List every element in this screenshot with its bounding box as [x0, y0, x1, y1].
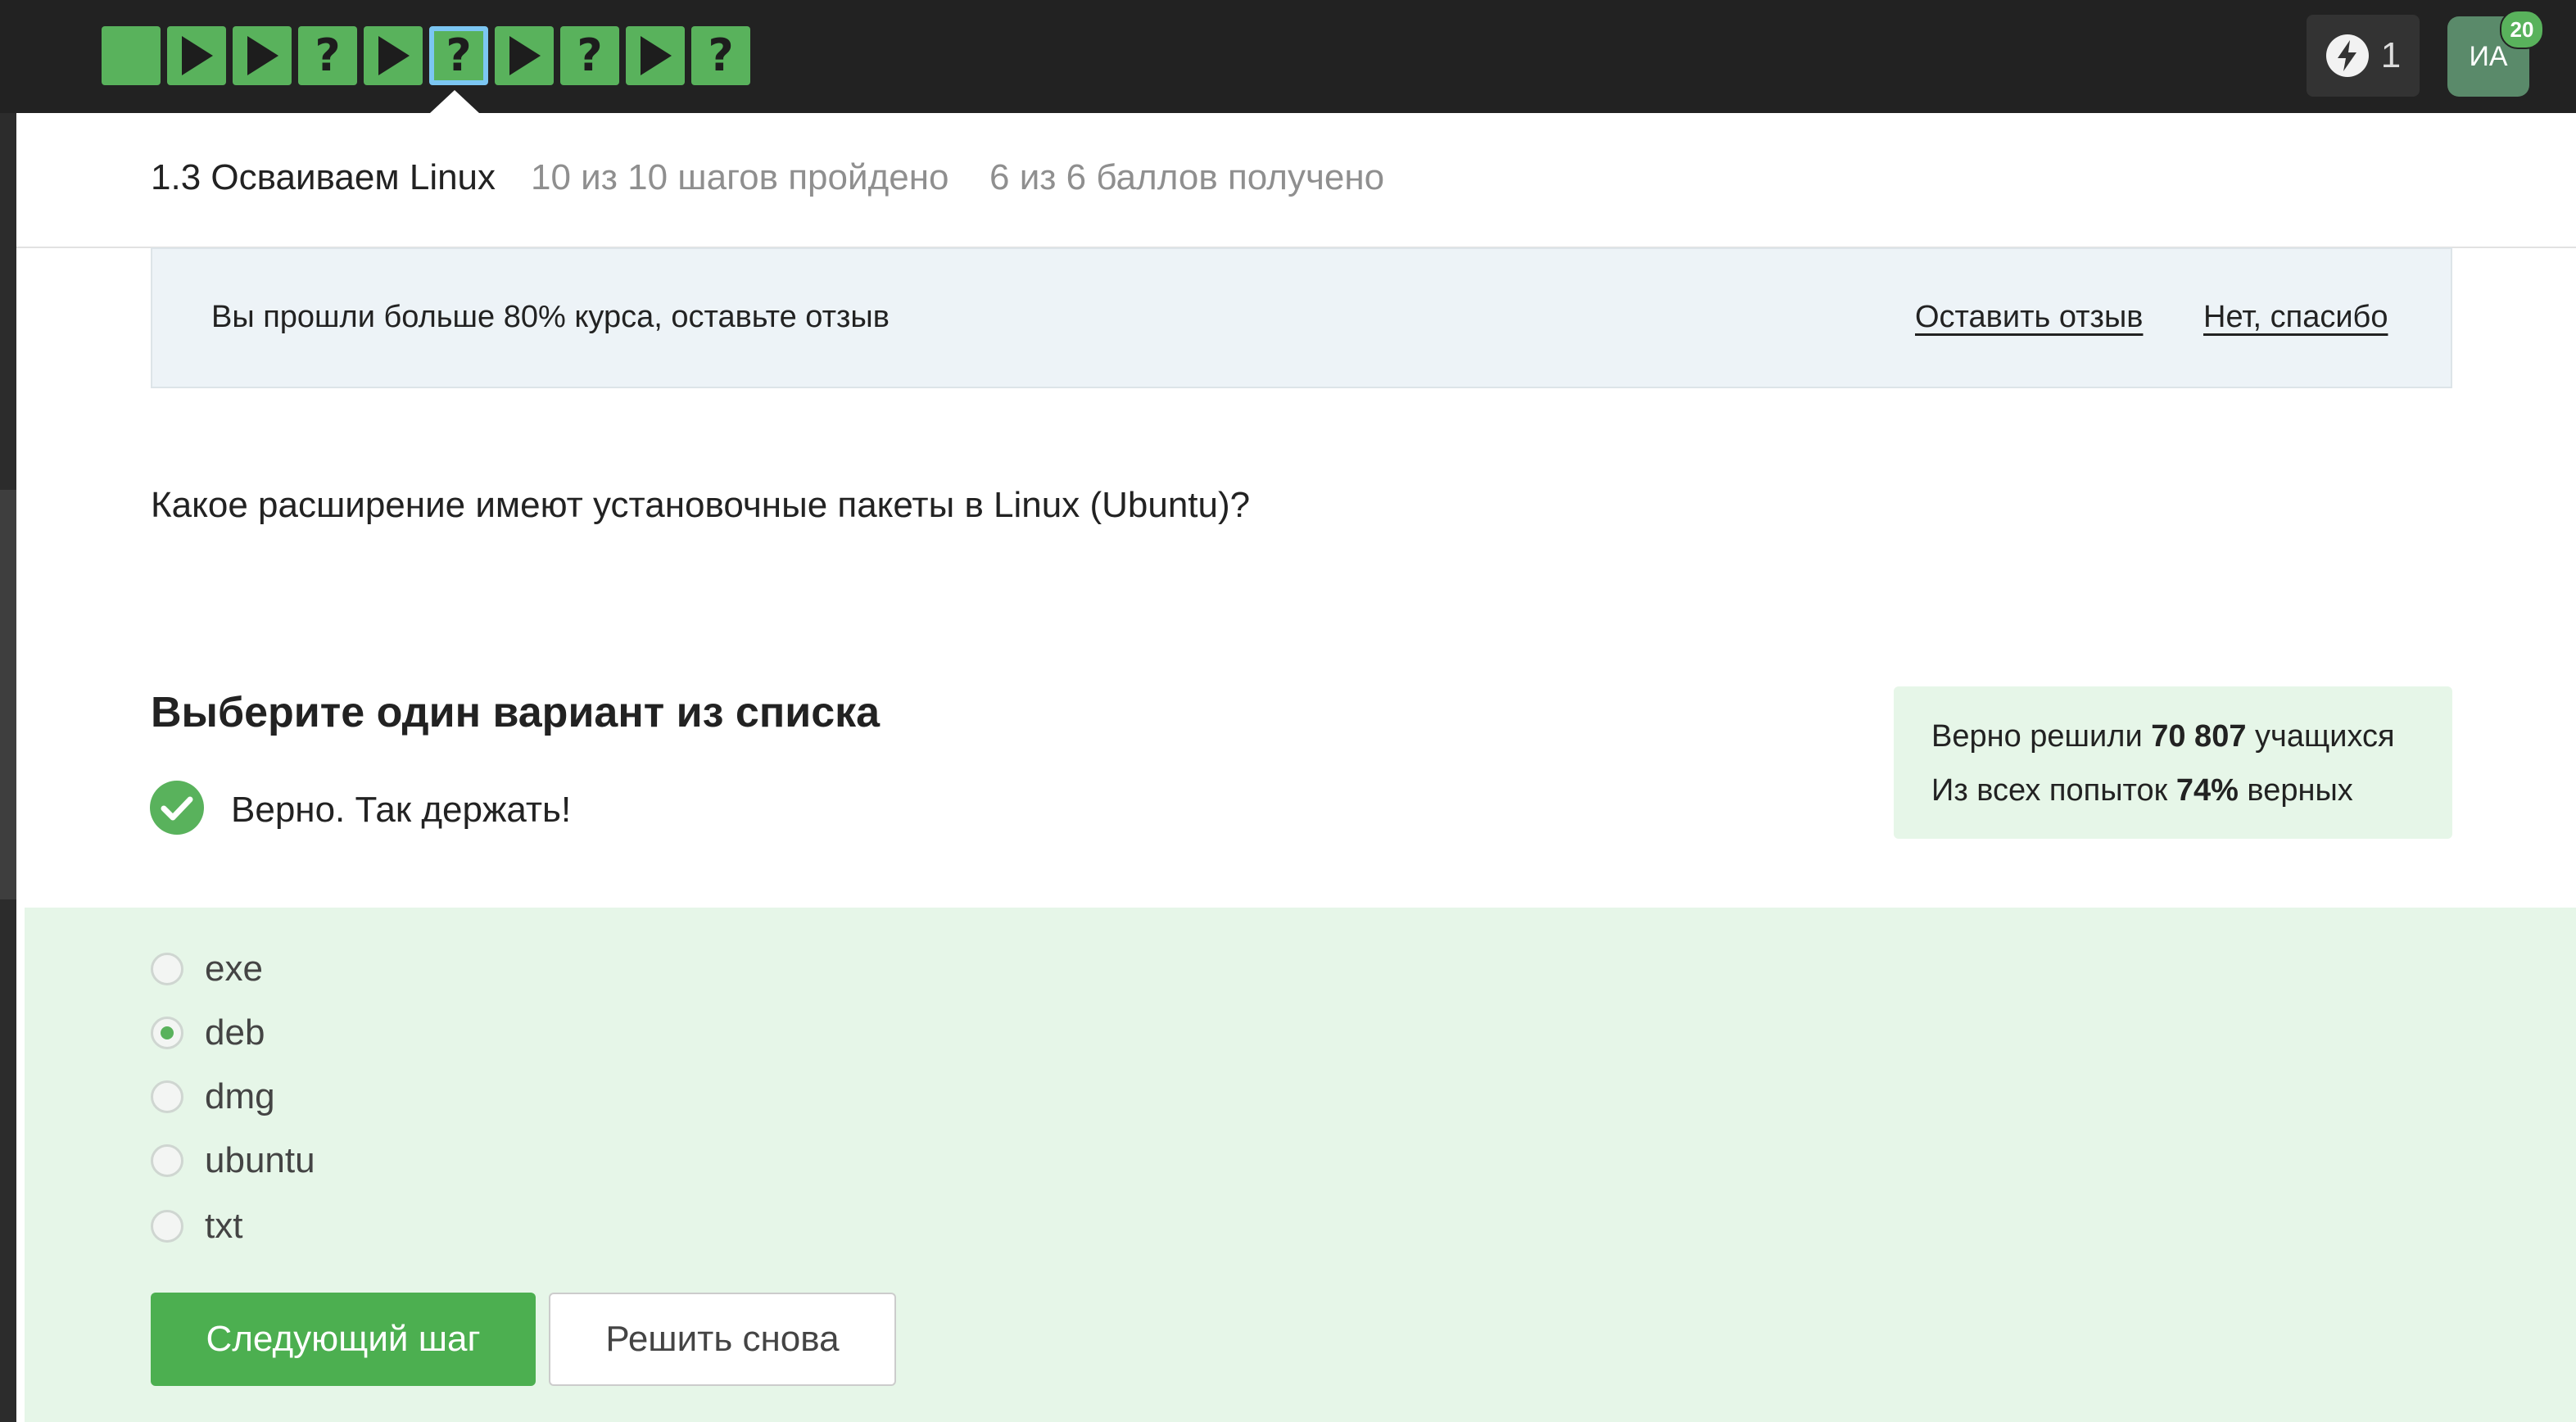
top-navigation-bar: ? ? ? ? 1 ИА 20: [0, 0, 2576, 113]
radio-button[interactable]: [151, 1144, 183, 1177]
lesson-title: 1.3 Осваиваем Linux: [151, 157, 496, 197]
step-9-video[interactable]: [626, 26, 685, 85]
radio-button[interactable]: [151, 1210, 183, 1243]
radio-button[interactable]: [151, 953, 183, 985]
step-1-text[interactable]: [102, 26, 161, 85]
avatar-initials: ИА: [2469, 40, 2508, 72]
energy-counter[interactable]: 1: [2307, 15, 2420, 97]
lightning-icon: [2325, 34, 2369, 77]
next-step-button[interactable]: Следующий шаг: [151, 1293, 536, 1386]
no-thanks-link[interactable]: Нет, спасибо: [2203, 300, 2388, 335]
option-label: deb: [205, 1012, 265, 1053]
steps-progress: 10 из 10 шагов пройдено: [531, 157, 949, 197]
check-circle-icon: [150, 781, 204, 835]
step-2-video[interactable]: [167, 26, 226, 85]
play-icon: [509, 36, 541, 75]
step-7-video[interactable]: [495, 26, 554, 85]
quiz-instruction: Выберите один вариант из списка: [151, 689, 881, 736]
option-label: ubuntu: [205, 1140, 315, 1180]
points-progress: 6 из 6 баллов получено: [989, 157, 1385, 197]
question-mark-icon: ?: [446, 29, 472, 81]
review-banner: Вы прошли больше 80% курса, оставьте отз…: [151, 247, 2452, 388]
notification-badge[interactable]: 20: [2500, 10, 2544, 49]
option-label: dmg: [205, 1076, 275, 1116]
radio-button[interactable]: [151, 1080, 183, 1113]
review-banner-text: Вы прошли больше 80% курса, оставьте отз…: [211, 300, 890, 334]
leave-review-link[interactable]: Оставить отзыв: [1915, 300, 2143, 335]
answer-options-area: exe deb dmg ubuntu txt Следующий шаг Реш…: [25, 908, 2576, 1422]
solve-stats: Верно решили 70 807 учащихся Из всех поп…: [1894, 686, 2452, 839]
current-step-pointer: [430, 90, 479, 113]
question-mark-icon: ?: [708, 29, 734, 81]
option-exe[interactable]: exe: [151, 949, 263, 990]
option-label: exe: [205, 949, 263, 989]
stats-attempts: Из всех попыток 74% верных: [1931, 773, 2353, 808]
step-10-quiz[interactable]: ?: [691, 26, 750, 85]
stats-solved: Верно решили 70 807 учащихся: [1931, 719, 2395, 754]
option-deb[interactable]: deb: [151, 1012, 265, 1053]
radio-button-selected[interactable]: [151, 1017, 183, 1049]
play-icon: [182, 36, 213, 75]
option-dmg[interactable]: dmg: [151, 1076, 275, 1117]
question-mark-icon: ?: [577, 29, 603, 81]
left-sidebar-strip: [0, 113, 16, 1422]
energy-count: 1: [2380, 35, 2402, 75]
step-5-video[interactable]: [364, 26, 423, 85]
step-6-quiz-current[interactable]: ?: [429, 26, 488, 85]
option-ubuntu[interactable]: ubuntu: [151, 1140, 315, 1181]
result-message: Верно. Так держать!: [231, 790, 572, 830]
step-3-video[interactable]: [233, 26, 292, 85]
lesson-header: 1.3 Осваиваем Linux 10 из 10 шагов пройд…: [16, 113, 2576, 248]
solve-again-button[interactable]: Решить снова: [549, 1293, 896, 1386]
step-4-quiz[interactable]: ?: [298, 26, 357, 85]
step-8-quiz[interactable]: ?: [560, 26, 619, 85]
question-mark-icon: ?: [315, 29, 341, 81]
option-txt[interactable]: txt: [151, 1206, 242, 1247]
play-icon: [247, 36, 278, 75]
play-icon: [378, 36, 410, 75]
sidebar-scrollbar[interactable]: [0, 490, 16, 899]
option-label: txt: [205, 1206, 243, 1246]
lesson-steps-nav: ? ? ? ?: [102, 26, 757, 85]
question-text: Какое расширение имеют установочные паке…: [151, 485, 1251, 525]
play-icon: [641, 36, 672, 75]
